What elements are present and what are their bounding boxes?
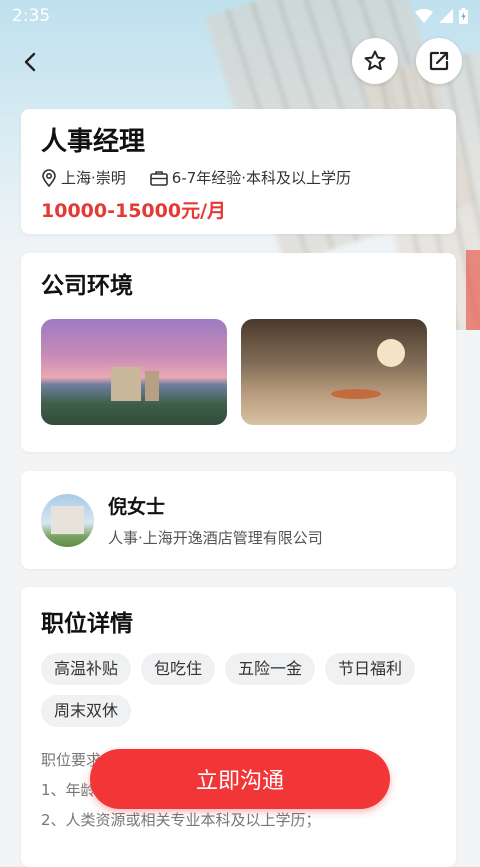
benefit-tag: 周末双休 xyxy=(41,695,132,727)
job-salary: 10000-15000元/月 xyxy=(41,200,227,222)
job-requirement: 6-7年经验·本科及以上学历 xyxy=(149,167,352,188)
environment-photo-exterior[interactable] xyxy=(41,319,227,425)
environment-photos xyxy=(41,319,436,425)
status-icons xyxy=(415,8,468,24)
contact-card[interactable]: 倪女士 人事·上海开逸酒店管理有限公司 xyxy=(21,471,456,569)
briefcase-icon xyxy=(149,170,168,186)
star-icon xyxy=(364,50,386,71)
photo-lamp xyxy=(377,339,405,367)
photo-tower xyxy=(111,367,141,401)
job-location: 上海·崇明 xyxy=(41,167,126,188)
job-details-card: 职位详情 高温补贴 包吃住 五险一金 节日福利 周末双休 职位要求： 1、年龄 … xyxy=(21,587,456,867)
status-bar: 2:35 xyxy=(0,0,480,32)
benefit-tags: 高温补贴 包吃住 五险一金 节日福利 周末双休 xyxy=(41,653,441,727)
contact-name: 倪女士 xyxy=(108,496,166,518)
job-title: 人事经理 xyxy=(41,127,146,157)
signal-icon xyxy=(439,9,453,23)
benefit-tag: 五险一金 xyxy=(225,653,316,685)
details-title: 职位详情 xyxy=(41,611,133,637)
job-location-label: 上海·崇明 xyxy=(61,169,126,187)
environment-photo-interior[interactable] xyxy=(241,319,427,425)
benefit-tag: 包吃住 xyxy=(141,653,216,685)
requirement-line: 2、人类资源或相关专业本科及以上学历； xyxy=(41,811,321,829)
battery-icon xyxy=(459,8,468,24)
wifi-icon xyxy=(415,9,433,23)
back-arrow-icon xyxy=(24,52,36,72)
job-summary-card: 人事经理 上海·崇明 6-7年经验·本科及以上学历 10000-15000元/月 xyxy=(21,109,456,234)
avatar-building xyxy=(51,505,84,534)
favorite-button[interactable] xyxy=(352,38,398,84)
decor-bar xyxy=(466,250,480,330)
contact-info: 倪女士 人事·上海开逸酒店管理有限公司 xyxy=(108,492,323,548)
back-button[interactable] xyxy=(14,46,46,78)
environment-title: 公司环境 xyxy=(41,273,133,299)
benefit-tag: 节日福利 xyxy=(325,653,416,685)
share-icon xyxy=(429,51,449,71)
photo-tower-2 xyxy=(145,371,159,401)
contact-subtitle: 人事·上海开逸酒店管理有限公司 xyxy=(108,529,323,547)
status-time: 2:35 xyxy=(12,6,51,26)
contact-now-button[interactable]: 立即沟通 xyxy=(90,749,390,809)
job-meta: 上海·崇明 6-7年经验·本科及以上学历 xyxy=(41,167,436,188)
photo-table xyxy=(331,389,381,399)
location-pin-icon xyxy=(42,168,56,187)
company-environment-card: 公司环境 xyxy=(21,253,456,452)
top-bar xyxy=(0,38,480,88)
avatar xyxy=(41,493,94,547)
job-requirement-label: 6-7年经验·本科及以上学历 xyxy=(171,169,352,187)
benefit-tag: 高温补贴 xyxy=(41,653,132,685)
share-button[interactable] xyxy=(416,38,462,84)
